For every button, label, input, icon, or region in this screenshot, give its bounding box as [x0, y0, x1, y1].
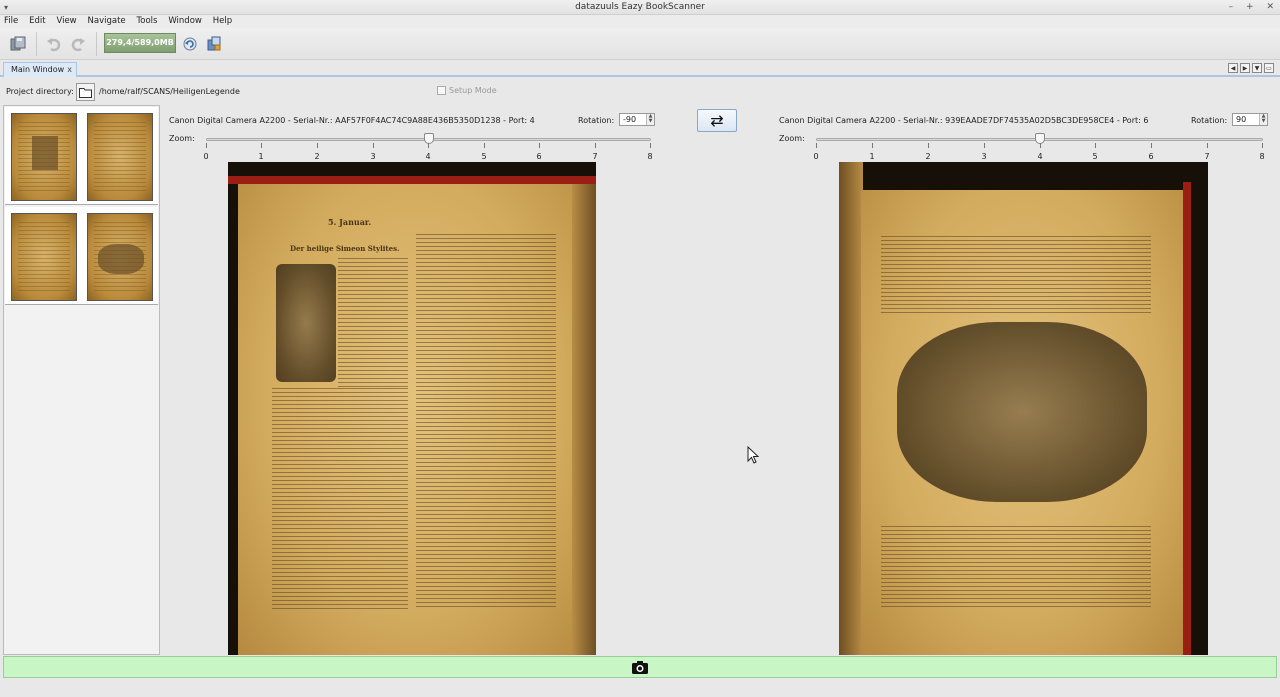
project-directory-label: Project directory: — [6, 87, 74, 96]
folder-icon — [79, 87, 92, 98]
left-page-title: Der heilige Simeon Stylites. — [290, 244, 400, 253]
page-thumbnail[interactable] — [11, 113, 77, 201]
save-icon[interactable] — [7, 33, 29, 55]
camera-icon — [632, 660, 648, 674]
tab-next-icon[interactable]: ▶ — [1240, 63, 1250, 73]
left-zoom-slider-thumb[interactable] — [424, 133, 434, 144]
menu-navigate[interactable]: Navigate — [84, 15, 130, 28]
menu-bar: File Edit View Navigate Tools Window Hel… — [0, 15, 1280, 28]
tab-prev-icon[interactable]: ◀ — [1228, 63, 1238, 73]
memory-indicator[interactable]: 279,4/589,0MB — [104, 33, 176, 53]
zoom-tick-label: 8 — [1259, 152, 1265, 161]
tab-navigation: ◀ ▶ ▼ ▭ — [1226, 63, 1274, 73]
swap-cameras-button[interactable]: ⇄ — [697, 109, 737, 132]
menu-edit[interactable]: Edit — [25, 15, 49, 28]
thumbnail-pair[interactable] — [5, 107, 158, 205]
folder-button[interactable] — [76, 83, 95, 101]
zoom-tick-label: 7 — [1204, 152, 1210, 161]
left-page-preview[interactable]: 5. Januar. Der heilige Simeon Stylites. — [228, 162, 596, 655]
right-rotation-value: 90 — [1236, 115, 1247, 124]
zoom-tick-label: 7 — [592, 152, 598, 161]
tab-strip: Main Window x ◀ ▶ ▼ ▭ — [0, 61, 1280, 77]
window-controls: – + ✕ — [1219, 0, 1274, 15]
export-icon[interactable] — [203, 33, 225, 55]
menu-window[interactable]: Window — [164, 15, 206, 28]
zoom-tick-label: 5 — [481, 152, 487, 161]
page-thumbnail[interactable] — [11, 213, 77, 301]
minimize-icon[interactable]: – — [1229, 2, 1234, 12]
right-zoom-label: Zoom: — [779, 134, 805, 143]
left-camera-label: Canon Digital Camera A2200 - Serial-Nr.:… — [169, 116, 535, 125]
zoom-tick-label: 5 — [1092, 152, 1098, 161]
swap-icon: ⇄ — [710, 111, 724, 130]
tab-list-icon[interactable]: ▼ — [1252, 63, 1262, 73]
tab-label: Main Window — [11, 65, 65, 74]
menu-help[interactable]: Help — [209, 15, 236, 28]
refresh-icon[interactable] — [179, 33, 201, 55]
spinner-arrows-icon[interactable]: ▲ ▼ — [646, 114, 654, 125]
toolbar-separator — [36, 32, 37, 56]
right-camera-label: Canon Digital Camera A2200 - Serial-Nr.:… — [779, 116, 1149, 125]
zoom-tick-label: 0 — [203, 152, 209, 161]
page-thumbnail[interactable] — [87, 113, 153, 201]
zoom-tick-label: 3 — [981, 152, 987, 161]
toolbar: 279,4/589,0MB — [0, 28, 1280, 60]
toolbar-separator — [96, 32, 97, 56]
zoom-tick-label: 8 — [647, 152, 653, 161]
redo-icon[interactable] — [67, 33, 89, 55]
zoom-tick-label: 1 — [869, 152, 875, 161]
tab-close-icon[interactable]: x — [67, 63, 72, 77]
left-page-header: 5. Januar. — [328, 217, 372, 227]
zoom-tick-label: 3 — [370, 152, 376, 161]
thumbnail-sidebar[interactable] — [3, 105, 160, 655]
menu-view[interactable]: View — [52, 15, 80, 28]
page-thumbnail[interactable] — [87, 213, 153, 301]
zoom-tick-label: 4 — [1037, 152, 1043, 161]
zoom-tick-label: 4 — [425, 152, 431, 161]
tab-maximize-icon[interactable]: ▭ — [1264, 63, 1274, 73]
setup-mode-checkbox[interactable]: Setup Mode — [437, 86, 497, 95]
left-zoom-label: Zoom: — [169, 134, 195, 143]
setup-mode-label: Setup Mode — [449, 86, 497, 95]
left-rotation-value: -90 — [623, 115, 637, 124]
window-menu-icon[interactable]: ▾ — [4, 0, 8, 15]
right-rotation-label: Rotation: — [1191, 116, 1228, 125]
window-title: datazuuls Eazy BookScanner — [575, 2, 705, 12]
title-bar: ▾ datazuuls Eazy BookScanner – + ✕ — [0, 0, 1280, 15]
right-page-preview[interactable] — [839, 162, 1208, 655]
zoom-tick-label: 2 — [925, 152, 931, 161]
close-icon[interactable]: ✕ — [1266, 2, 1274, 12]
spinner-arrows-icon[interactable]: ▲ ▼ — [1259, 114, 1267, 125]
left-rotation-label: Rotation: — [578, 116, 615, 125]
zoom-tick-label: 0 — [813, 152, 819, 161]
checkbox-box[interactable] — [437, 86, 446, 95]
right-rotation-spinner[interactable]: 90 ▲ ▼ — [1232, 113, 1268, 126]
status-bar — [0, 679, 1280, 697]
tab-main-window[interactable]: Main Window x — [3, 62, 77, 77]
mouse-cursor-icon — [747, 446, 759, 464]
project-path: /home/ralf/SCANS/HeiligenLegende — [99, 87, 240, 96]
menu-tools[interactable]: Tools — [133, 15, 162, 28]
zoom-tick-label: 6 — [1148, 152, 1154, 161]
thumbnail-pair[interactable] — [5, 207, 158, 305]
zoom-tick-label: 6 — [536, 152, 542, 161]
zoom-tick-label: 1 — [258, 152, 264, 161]
left-rotation-spinner[interactable]: -90 ▲ ▼ — [619, 113, 655, 126]
zoom-tick-label: 2 — [314, 152, 320, 161]
maximize-icon[interactable]: + — [1246, 2, 1254, 12]
menu-file[interactable]: File — [0, 15, 22, 28]
project-row: Project directory: /home/ralf/SCANS/Heil… — [0, 80, 1280, 104]
capture-button[interactable] — [3, 656, 1277, 678]
undo-icon[interactable] — [43, 33, 65, 55]
